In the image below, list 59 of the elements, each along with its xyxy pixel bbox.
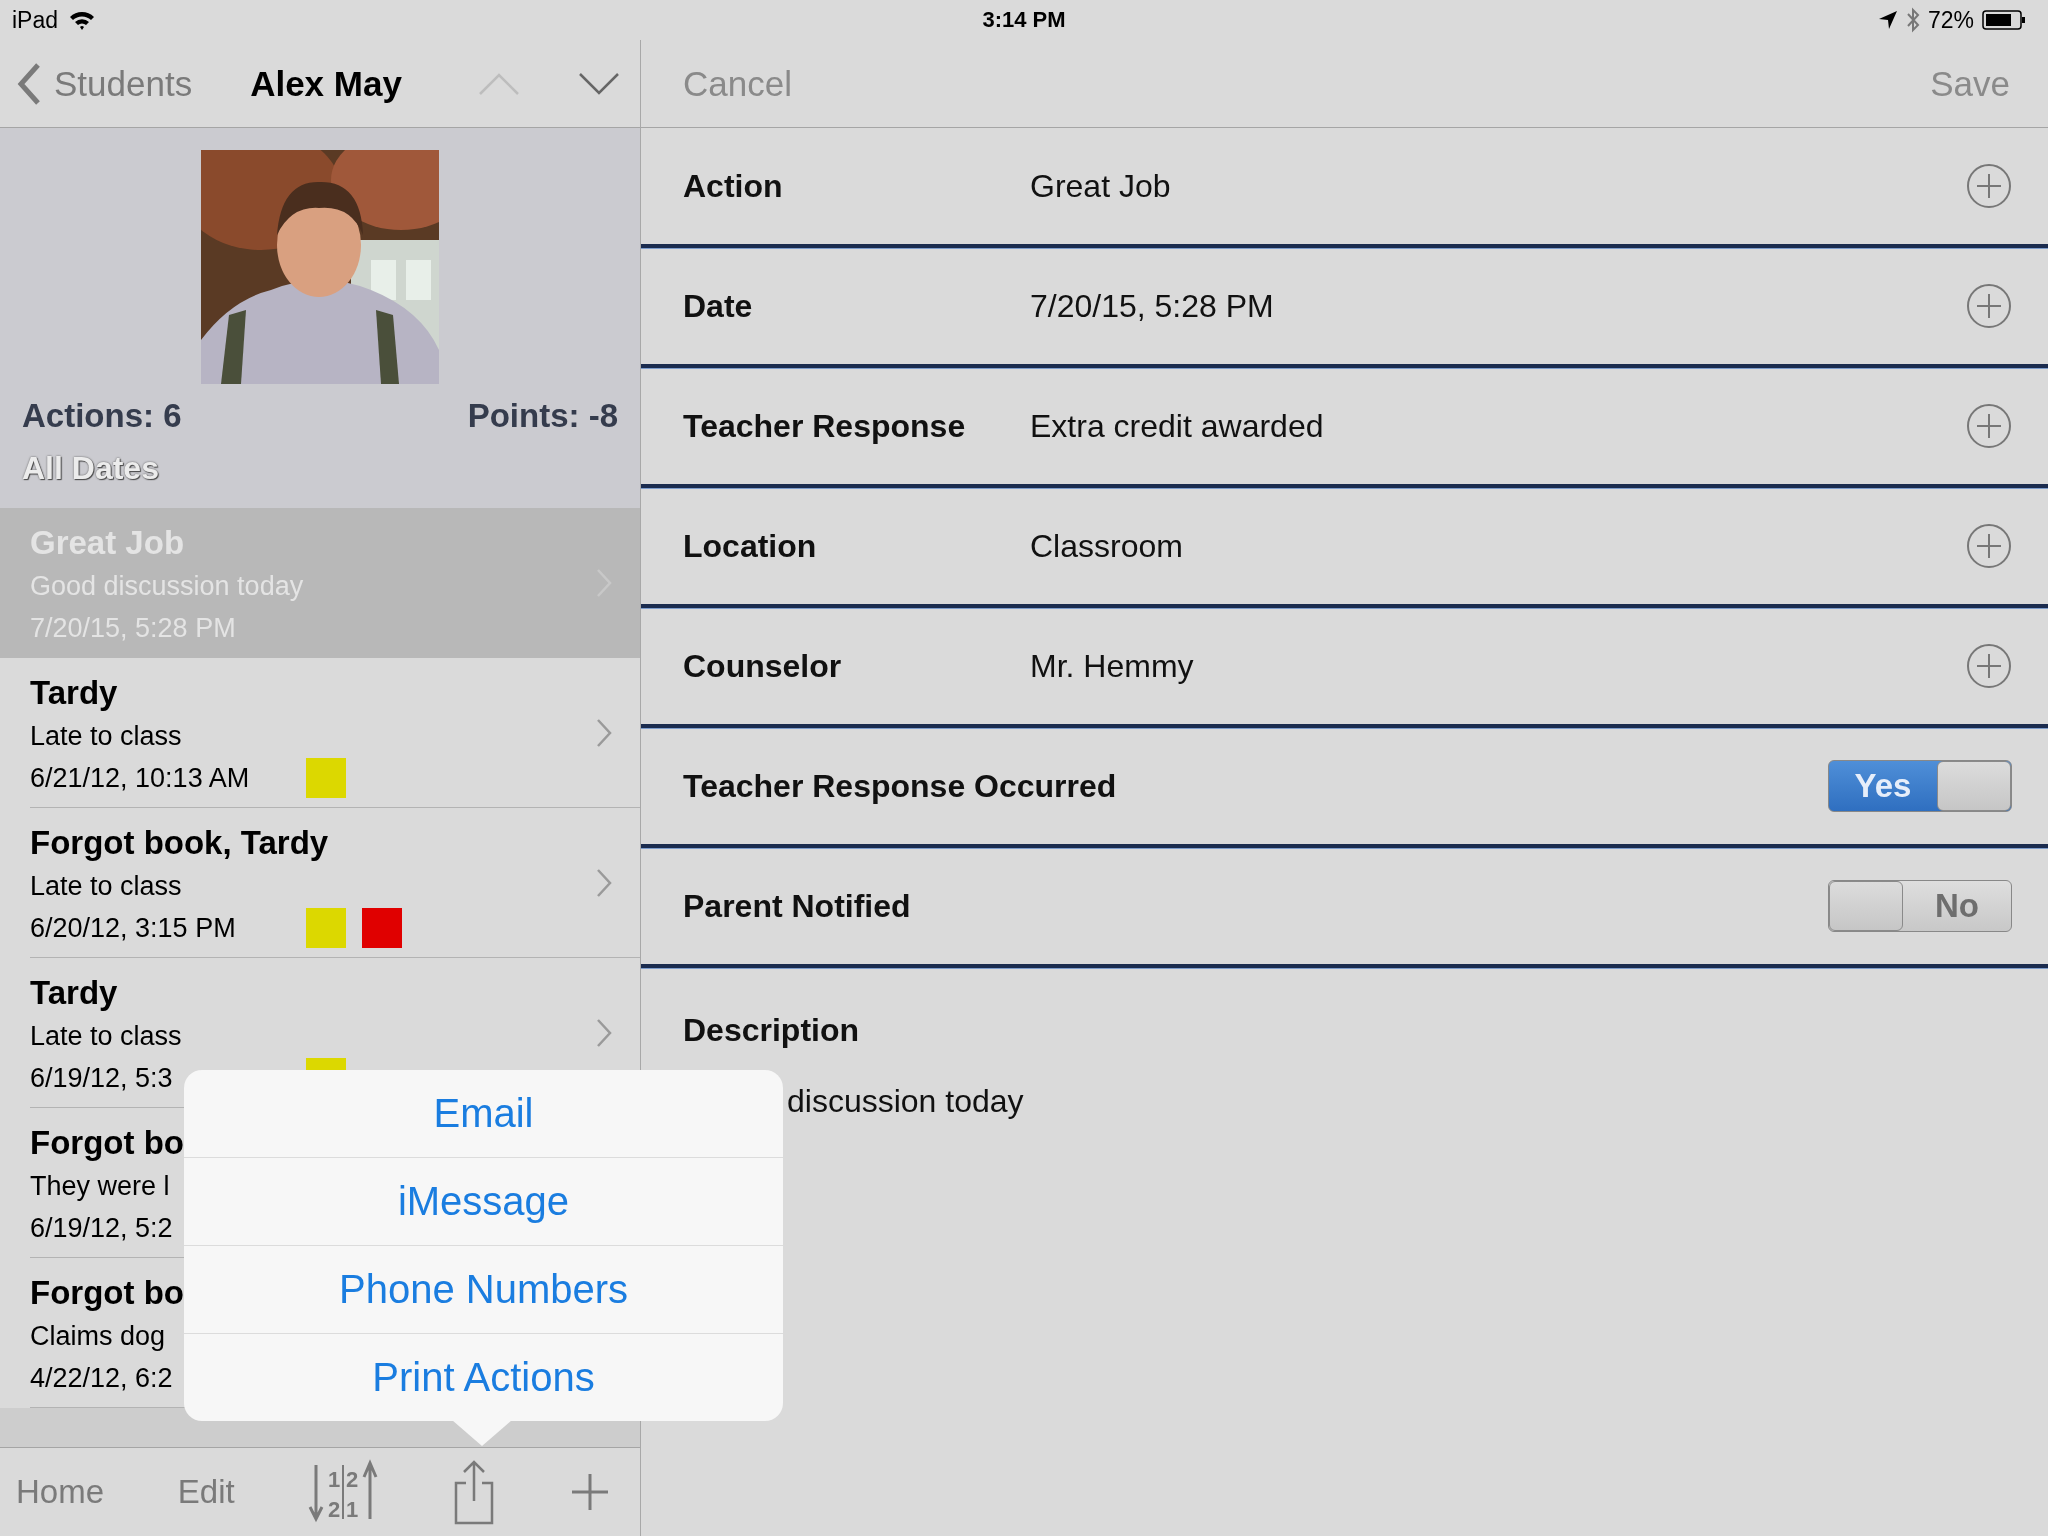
chevron-right-icon — [596, 867, 612, 898]
back-button[interactable]: Students — [16, 61, 193, 106]
field-label: Counselor — [683, 647, 843, 685]
action-note: Late to class — [30, 1019, 182, 1053]
action-title: Tardy — [30, 672, 118, 713]
action-note: They were l — [30, 1169, 170, 1203]
student-name: Alex May — [250, 63, 402, 104]
toggle-switch[interactable]: Yes — [1828, 760, 2012, 812]
bluetooth-icon — [1905, 7, 1920, 33]
action-note: Late to class — [30, 719, 182, 753]
edit-button[interactable]: Edit — [177, 1473, 235, 1511]
action-note: Claims dog — [30, 1319, 166, 1353]
battery-percent: 72% — [1927, 6, 1974, 34]
add-icon[interactable] — [569, 1472, 610, 1512]
field-label: Action — [683, 167, 784, 205]
field-value: 7/20/15, 5:28 PM — [1030, 287, 1275, 325]
points-count: Points: -8 — [467, 396, 618, 436]
action-date: 4/22/12, 6:2 — [30, 1361, 174, 1395]
action-date: 6/20/12, 3:15 PM — [30, 911, 237, 945]
add-circle-icon[interactable] — [1966, 643, 2012, 689]
field-label: Teacher Response Occurred — [683, 767, 1117, 805]
action-date: 6/19/12, 5:3 — [30, 1061, 174, 1095]
chevron-right-icon — [596, 717, 612, 748]
actions-count: Actions: 6 — [22, 396, 182, 436]
menu-item[interactable]: iMessage — [184, 1157, 783, 1245]
clock: 3:14 PM — [982, 7, 1066, 33]
field-value: Great Job — [1030, 167, 1172, 205]
field-label: Description — [683, 1012, 860, 1049]
add-circle-icon[interactable] — [1966, 523, 2012, 569]
battery-icon — [1982, 9, 2026, 31]
toggle-switch[interactable]: No — [1828, 880, 2012, 932]
action-date: 6/19/12, 5:2 — [30, 1211, 174, 1245]
location-arrow-icon — [1877, 10, 1898, 30]
field-label: Parent Notified — [683, 887, 912, 925]
action-date: 6/21/12, 10:13 AM — [30, 761, 251, 795]
field-label: Location — [683, 527, 818, 565]
field-value: Classroom — [1030, 527, 1184, 565]
add-circle-icon[interactable] — [1966, 403, 2012, 449]
add-circle-icon[interactable] — [1966, 283, 2012, 329]
down-chevron-icon[interactable] — [577, 71, 620, 96]
action-title: Forgot bo — [30, 1272, 184, 1313]
device-name: iPad — [12, 6, 59, 34]
description-text: discussion today — [786, 1083, 1025, 1120]
cancel-button[interactable]: Cancel — [683, 63, 792, 104]
home-button[interactable]: Home — [16, 1473, 105, 1511]
action-title: Forgot bo — [30, 1122, 184, 1163]
back-chevron-icon — [16, 61, 42, 106]
action-note: Late to class — [30, 869, 182, 903]
save-button[interactable]: Save — [1930, 63, 2010, 104]
field-label: Date — [683, 287, 754, 325]
menu-item[interactable]: Phone Numbers — [184, 1245, 783, 1333]
field-value: Mr. Hemmy — [1030, 647, 1195, 685]
action-title: Forgot book, Tardy — [30, 822, 329, 863]
field-label: Teacher Response — [683, 407, 967, 445]
add-circle-icon[interactable] — [1966, 163, 2012, 209]
wifi-icon — [68, 9, 97, 31]
field-value: Extra credit awarded — [1030, 407, 1325, 445]
chevron-right-icon — [596, 1017, 612, 1048]
action-title: Tardy — [30, 972, 118, 1013]
